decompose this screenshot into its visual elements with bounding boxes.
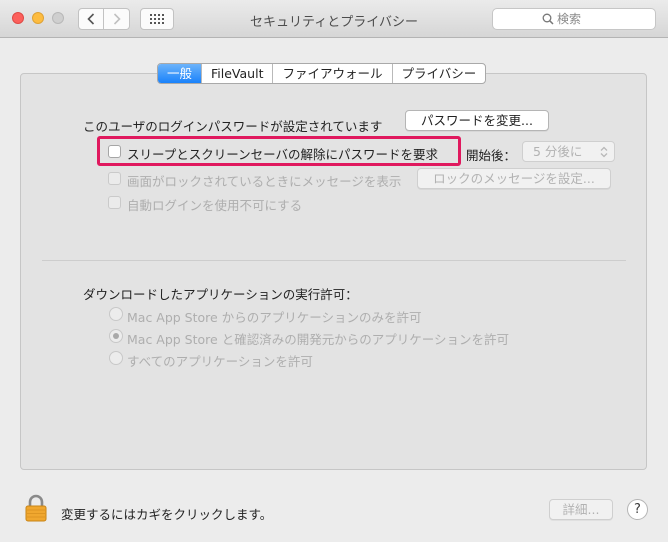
radio-app-store-identified[interactable] [109, 329, 123, 343]
tab-general[interactable]: 一般 [158, 64, 202, 83]
title-bar: セキュリティとプライバシー [0, 0, 668, 38]
start-after-label: 開始後： [466, 148, 517, 163]
require-password-checkbox[interactable] [108, 145, 121, 158]
set-lock-message-button[interactable]: ロックのメッセージを設定... [417, 168, 611, 189]
downloads-heading: ダウンロードしたアプリケーションの実行許可： [83, 287, 358, 302]
help-button[interactable]: ? [627, 499, 648, 520]
radio-anywhere-label: すべてのアプリケーションを許可 [127, 354, 313, 369]
section-divider [42, 260, 626, 261]
change-password-button[interactable]: パスワードを変更... [405, 110, 549, 131]
security-privacy-window: セキュリティとプライバシー 一般 FileVault ファイアウォール プライバ… [0, 0, 668, 542]
lock-hint-text: 変更するにはカギをクリックします。 [61, 507, 273, 522]
start-after-select[interactable]: 5 分後に [522, 141, 615, 162]
search-input[interactable] [557, 11, 653, 27]
advanced-button[interactable]: 詳細... [549, 499, 613, 520]
search-field[interactable] [492, 8, 656, 30]
show-message-checkbox[interactable] [108, 172, 121, 185]
radio-anywhere[interactable] [109, 351, 123, 365]
disable-auto-login-checkbox[interactable] [108, 196, 121, 209]
radio-app-store-only[interactable] [109, 307, 123, 321]
stepper-arrows-icon [600, 146, 608, 158]
radio-app-store-only-label: Mac App Store からのアプリケーションのみを許可 [127, 310, 422, 325]
lock-icon[interactable] [24, 494, 48, 522]
start-after-value: 5 分後に [533, 144, 583, 159]
tab-filevault[interactable]: FileVault [201, 64, 272, 83]
tab-bar: 一般 FileVault ファイアウォール プライバシー [157, 63, 487, 84]
password-set-label: このユーザのログインパスワードが設定されています [83, 119, 383, 134]
tab-firewall[interactable]: ファイアウォール [272, 64, 391, 83]
radio-app-store-identified-label: Mac App Store と確認済みの開発元からのアプリケーションを許可 [127, 332, 509, 347]
show-message-label: 画面がロックされているときにメッセージを表示 [127, 174, 402, 189]
require-password-label: スリープとスクリーンセーバの解除にパスワードを要求 [127, 147, 439, 162]
disable-auto-login-label: 自動ログインを使用不可にする [127, 198, 303, 213]
search-icon [542, 13, 554, 25]
tab-privacy[interactable]: プライバシー [391, 64, 486, 83]
